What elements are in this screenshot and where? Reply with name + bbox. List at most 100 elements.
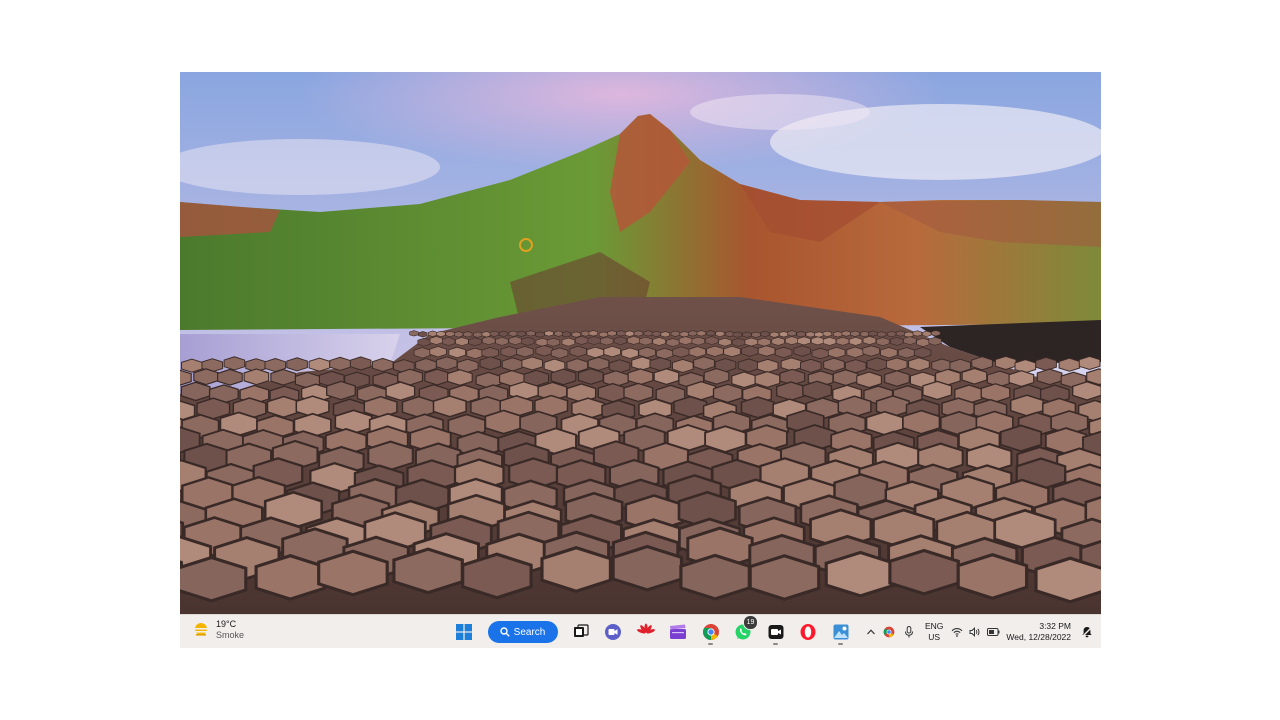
taskbar-app-whatsapp[interactable]: 19 [730, 615, 758, 645]
basalt-stone [822, 330, 833, 337]
basalt-stone [561, 337, 576, 347]
microphone-button[interactable] [899, 619, 919, 645]
taskbar-app-meet[interactable] [600, 619, 626, 645]
basalt-stone [751, 331, 761, 338]
basalt-stone [660, 331, 670, 338]
basalt-stone [706, 345, 724, 357]
basalt-stone [1078, 355, 1101, 370]
wifi-icon [952, 628, 963, 637]
basalt-stone [693, 356, 715, 371]
basalt-stone [181, 358, 203, 373]
show-hidden-icons-button[interactable] [863, 619, 879, 645]
basalt-stone [731, 337, 746, 347]
basalt-stone [823, 357, 845, 372]
basalt-stone [500, 346, 518, 358]
basalt-stone [742, 331, 752, 338]
basalt-stone [876, 331, 887, 338]
basalt-stone [413, 347, 432, 359]
taskbar-app-huawei[interactable] [633, 619, 659, 645]
basalt-stone [688, 346, 707, 358]
basalt-stone [633, 330, 644, 337]
basalt-stone [436, 330, 446, 338]
taskbar-app-opera[interactable] [795, 619, 821, 645]
running-indicator [773, 643, 778, 645]
basalt-stone [737, 358, 760, 373]
basalt-stone [811, 347, 830, 360]
basalt-stone [800, 358, 822, 373]
basalt-stone [501, 357, 524, 372]
basalt-stone [243, 368, 270, 386]
basalt-stone [453, 331, 464, 338]
search-button[interactable]: Search [487, 621, 558, 643]
tray-chrome[interactable] [879, 619, 899, 645]
basalt-stone [616, 330, 626, 337]
basalt-stone [482, 336, 496, 345]
basalt-stone [691, 336, 705, 346]
basalt-stone [349, 356, 372, 371]
basalt-stone [666, 338, 680, 347]
basalt-stone [771, 336, 785, 346]
taskbar-app-clapper[interactable] [665, 619, 691, 645]
basalt-stone [508, 336, 523, 345]
basalt-stone [1035, 356, 1057, 371]
basalt-stone [876, 337, 890, 346]
basalt-stone [371, 357, 394, 372]
basalt-stone [638, 336, 653, 346]
basalt-stone [418, 331, 428, 338]
basalt-stone [254, 554, 327, 601]
basalt-stone [561, 331, 572, 338]
video-chat-icon [605, 624, 621, 640]
basalt-stone [908, 357, 930, 372]
camera-app-icon [768, 625, 783, 639]
basalt-stone [521, 356, 543, 371]
basalt-stone [866, 357, 889, 372]
running-indicator [838, 643, 843, 645]
basalt-stone [586, 346, 604, 359]
task-view-button[interactable] [568, 619, 594, 645]
basalt-stone [888, 548, 960, 596]
basalt-stone [580, 330, 591, 337]
weather-condition: Smoke [216, 630, 245, 640]
battery-icon [987, 628, 1000, 636]
quick-settings-button[interactable] [951, 619, 1000, 645]
basalt-stone [846, 346, 864, 359]
weather-widget[interactable]: 19°C Smoke [192, 619, 244, 641]
basalt-stone [779, 331, 789, 338]
basalt-stone [696, 330, 707, 337]
basalt-stone [757, 337, 771, 347]
basalt-stone [886, 331, 897, 338]
notifications-button[interactable] [1077, 619, 1097, 645]
language-indicator[interactable]: ENG US [925, 621, 943, 643]
basalt-stone [793, 345, 811, 357]
basalt-stone [980, 383, 1011, 403]
basalt-stone [824, 550, 897, 598]
basalt-stone [569, 345, 587, 358]
taskbar-app-camera[interactable] [763, 619, 789, 645]
basalt-stone [805, 331, 816, 338]
basalt-stone [903, 336, 917, 345]
basalt-stone [986, 370, 1013, 388]
basalt-stone [484, 409, 523, 435]
basalt-stone [748, 554, 821, 601]
volume-icon [969, 627, 980, 637]
basalt-stone [1008, 370, 1035, 387]
basalt-stone [498, 330, 509, 337]
basalt-stone [624, 330, 635, 337]
basalt-stone [999, 424, 1043, 453]
basalt-stone [802, 380, 833, 401]
basalt-stone [180, 381, 211, 402]
taskbar-app-photo-editor[interactable] [828, 619, 854, 645]
basalt-stone [643, 330, 653, 337]
basalt-stone [489, 330, 499, 337]
taskbar-app-chrome[interactable] [698, 619, 724, 645]
basalt-stone [1036, 368, 1063, 386]
basalt-stone [715, 330, 725, 337]
basalt-stone [270, 368, 297, 386]
haze-sun-icon [194, 623, 208, 636]
clock[interactable]: 3:32 PM Wed, 12/28/2022 [1006, 621, 1071, 643]
basalt-stone [392, 547, 464, 595]
basalt-stone [308, 357, 331, 372]
basalt-stone [544, 330, 554, 337]
start-button[interactable] [451, 619, 477, 645]
basalt-stone [466, 347, 484, 360]
